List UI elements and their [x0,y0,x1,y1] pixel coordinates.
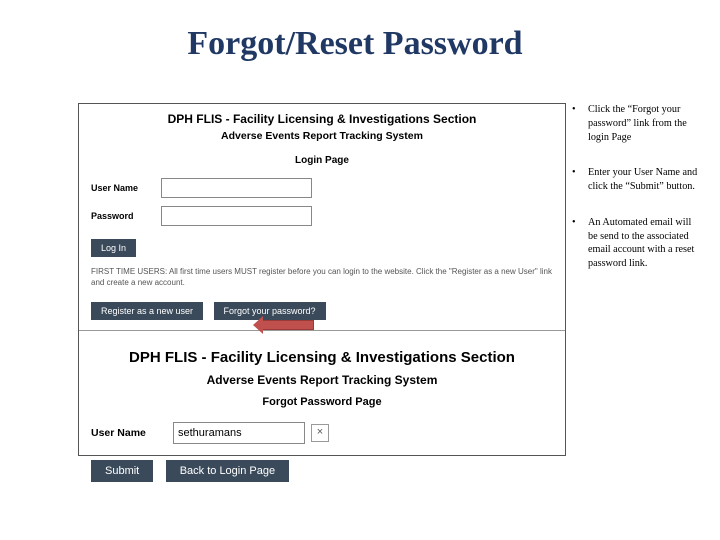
first-time-note: FIRST TIME USERS: All first time users M… [91,261,553,297]
login-app-subtitle: Adverse Events Report Tracking System [79,128,565,152]
submit-button[interactable]: Submit [91,460,153,482]
bullet-item: An Automated email will be send to the a… [570,216,698,271]
forgot-password-button[interactable]: Forgot your password? [214,302,326,320]
bullet-item: Click the “Forgot your password” link fr… [570,103,698,144]
pointer-arrow-icon [262,320,314,330]
password-label: Password [91,211,161,221]
username-label: User Name [91,183,161,193]
login-button[interactable]: Log In [91,239,136,257]
forgot-page-label: Forgot Password Page [79,393,565,422]
bullet-item: Enter your User Name and click the “Subm… [570,166,698,194]
forgot-app-header: DPH FLIS - Facility Licensing & Investig… [79,331,565,370]
register-new-user-button[interactable]: Register as a new user [91,302,203,320]
login-page-label: Login Page [79,152,565,178]
forgot-username-label: User Name [91,427,173,439]
login-app-header: DPH FLIS - Facility Licensing & Investig… [79,104,565,128]
username-input[interactable] [161,178,312,198]
forgot-username-input[interactable] [173,422,305,444]
forgot-app-subtitle: Adverse Events Report Tracking System [79,370,565,393]
screenshot-panel: DPH FLIS - Facility Licensing & Investig… [78,103,566,456]
clear-input-icon[interactable]: × [311,424,329,442]
password-input[interactable] [161,206,312,226]
back-to-login-button[interactable]: Back to Login Page [166,460,289,482]
slide-title: Forgot/Reset Password [0,0,560,71]
instruction-bullets: Click the “Forgot your password” link fr… [570,103,698,293]
